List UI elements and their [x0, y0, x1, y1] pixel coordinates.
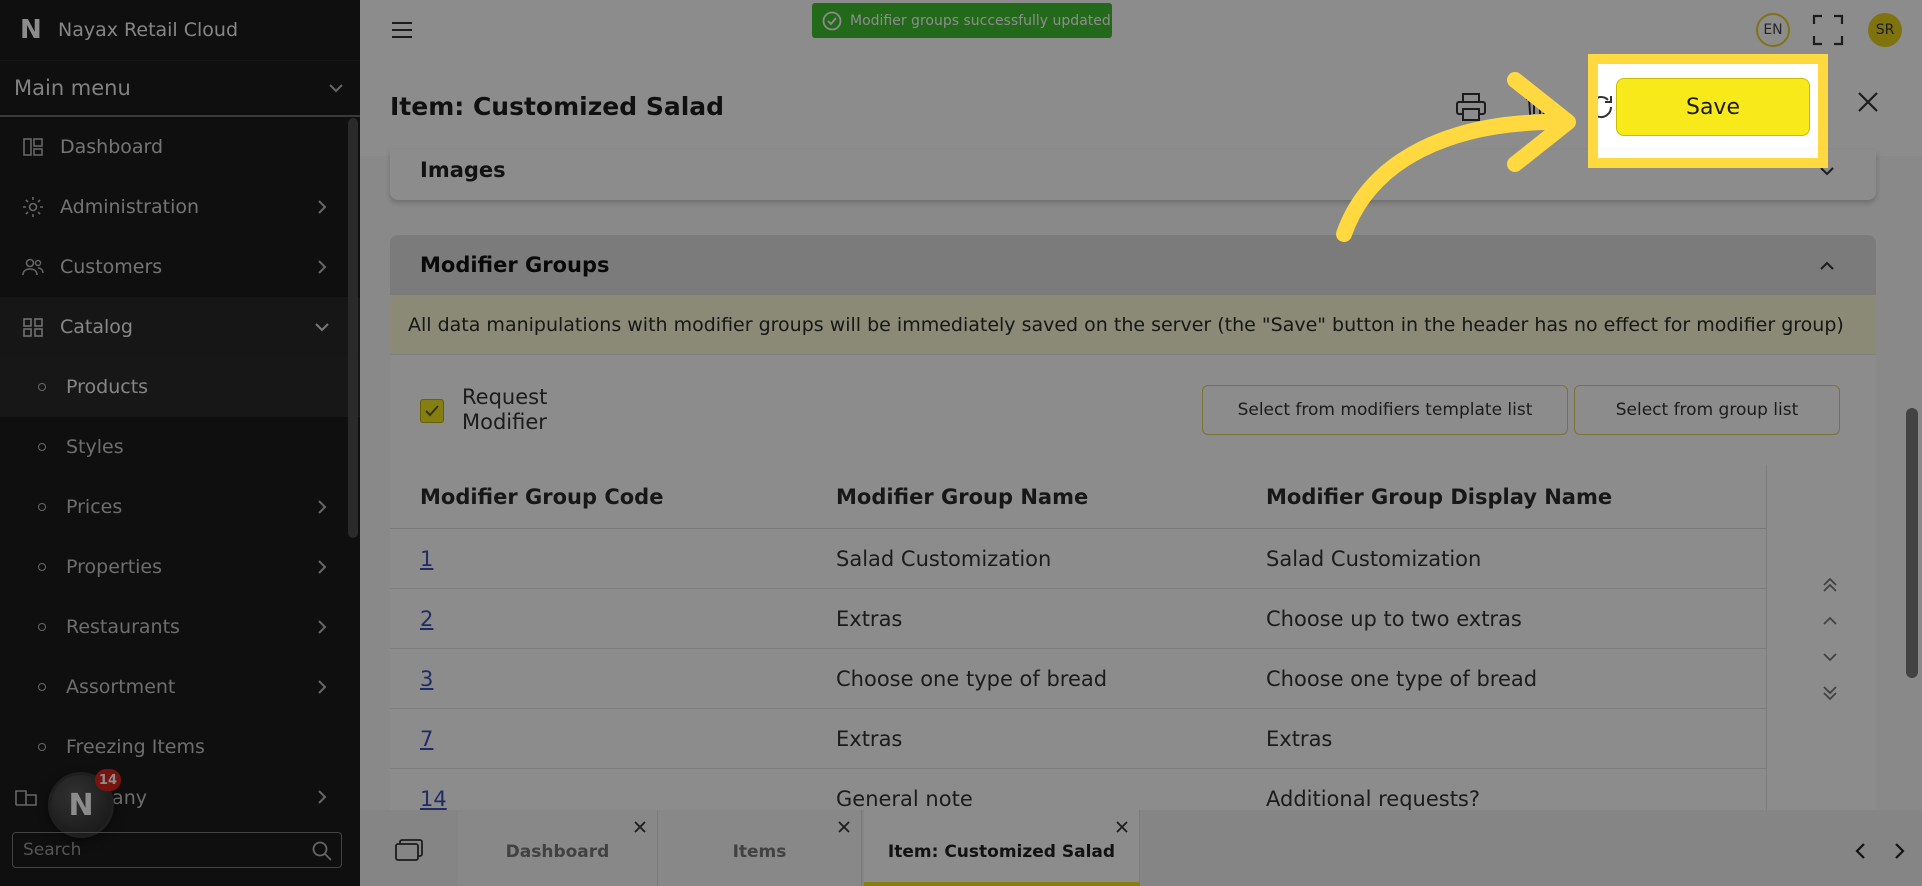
highlight-frame [1588, 54, 1828, 168]
pointer-arrow-icon [1336, 72, 1576, 242]
overlay-dim [1588, 168, 1922, 886]
overlay-dim [1828, 54, 1922, 168]
overlay-dim [1588, 0, 1922, 54]
